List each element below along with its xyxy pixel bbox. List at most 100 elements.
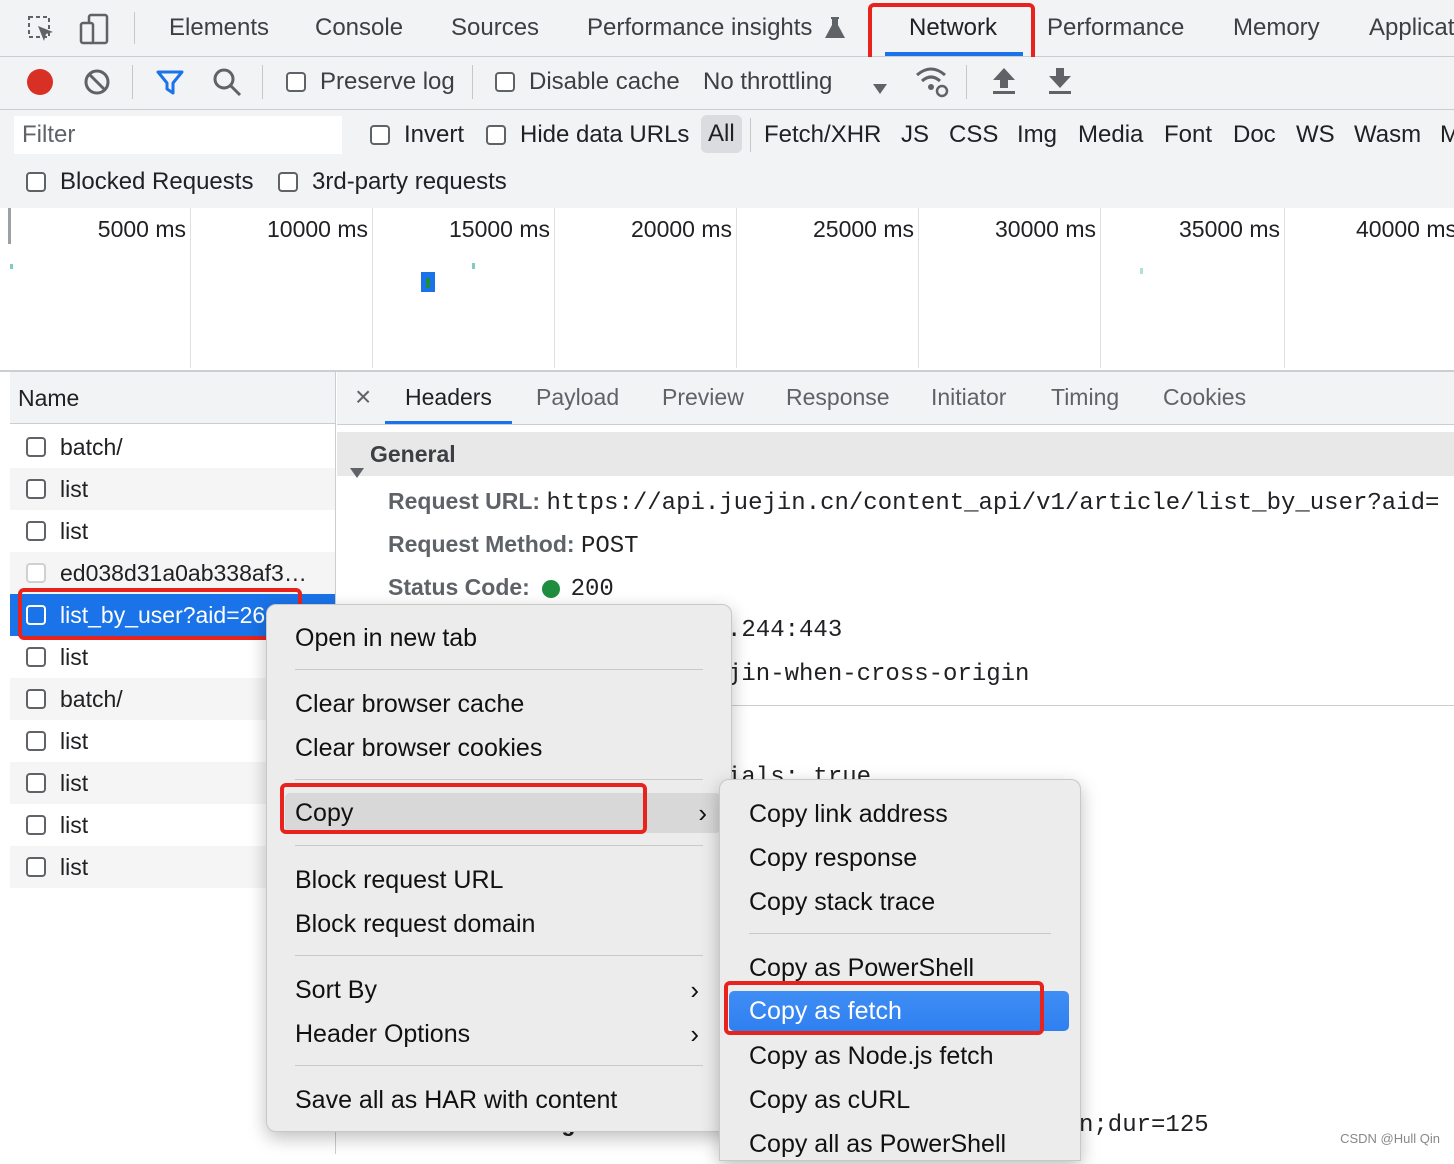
menu-item-block-domain[interactable]: Block request domain xyxy=(285,904,713,944)
menu-item-copy-stack-trace[interactable]: Copy stack trace xyxy=(739,882,1069,922)
type-filter-media[interactable]: Media xyxy=(1078,121,1143,149)
type-filter-font[interactable]: Font xyxy=(1164,121,1212,149)
menu-item-clear-cache[interactable]: Clear browser cache xyxy=(285,684,713,724)
menu-item-copy-as-curl[interactable]: Copy as cURL xyxy=(739,1080,1069,1120)
menu-item-copy-response[interactable]: Copy response xyxy=(739,838,1069,878)
tab-initiator[interactable]: Initiator xyxy=(931,372,1006,424)
preserve-log-checkbox[interactable] xyxy=(286,72,306,92)
tab-cookies[interactable]: Cookies xyxy=(1163,372,1246,424)
type-filter-js[interactable]: JS xyxy=(901,121,929,149)
export-har-icon[interactable] xyxy=(1047,66,1073,96)
record-icon[interactable] xyxy=(25,67,55,97)
menu-item-copy-all-as-powershell[interactable]: Copy all as PowerShell xyxy=(739,1124,1069,1164)
name-column-header[interactable]: Name xyxy=(10,372,335,424)
preserve-log-label: Preserve log xyxy=(320,68,455,95)
menu-item-copy-link-address[interactable]: Copy link address xyxy=(739,794,1069,834)
type-filter-manifest[interactable]: M xyxy=(1440,121,1454,149)
third-party-checkbox[interactable] xyxy=(278,172,298,192)
type-filter-css[interactable]: CSS xyxy=(949,121,998,149)
row-checkbox[interactable] xyxy=(26,857,46,877)
type-filter-fetch-xhr[interactable]: Fetch/XHR xyxy=(764,121,881,149)
clear-icon[interactable] xyxy=(83,68,111,96)
menu-item-clear-cookies[interactable]: Clear browser cookies xyxy=(285,728,713,768)
menu-item-copy-as-fetch[interactable]: Copy as fetch xyxy=(729,991,1069,1031)
table-row[interactable]: ed038d31a0ab338af3… xyxy=(10,552,335,594)
menu-item-save-har[interactable]: Save all as HAR with content xyxy=(285,1080,713,1120)
menu-divider xyxy=(295,779,703,780)
tab-response[interactable]: Response xyxy=(786,372,890,424)
filter-input[interactable] xyxy=(14,116,342,154)
row-checkbox[interactable] xyxy=(26,773,46,793)
request-name: list xyxy=(60,854,89,880)
request-name: list xyxy=(60,812,89,838)
tab-sources[interactable]: Sources xyxy=(451,0,539,56)
type-filter-doc[interactable]: Doc xyxy=(1233,121,1276,149)
general-title: General xyxy=(370,441,456,467)
menu-item-copy-as-powershell[interactable]: Copy as PowerShell xyxy=(739,948,1069,988)
tab-performance[interactable]: Performance xyxy=(1047,0,1184,56)
row-checkbox[interactable] xyxy=(26,437,46,457)
disable-cache-checkbox[interactable] xyxy=(495,72,515,92)
menu-item-block-url[interactable]: Block request URL xyxy=(285,860,713,900)
row-checkbox[interactable] xyxy=(26,647,46,667)
inspect-element-icon[interactable] xyxy=(26,14,56,44)
menu-item-copy-as-node-fetch[interactable]: Copy as Node.js fetch xyxy=(739,1036,1069,1076)
table-row[interactable]: batch/ xyxy=(10,426,335,468)
request-name: list_by_user?aid=26 xyxy=(60,602,266,628)
grid-line xyxy=(918,208,919,368)
network-conditions-icon[interactable] xyxy=(914,65,950,99)
row-checkbox[interactable] xyxy=(26,731,46,751)
tab-console[interactable]: Console xyxy=(315,0,403,56)
tab-timing[interactable]: Timing xyxy=(1051,372,1119,424)
type-filter-img[interactable]: Img xyxy=(1017,121,1057,149)
divider xyxy=(262,65,263,99)
row-checkbox[interactable] xyxy=(26,605,46,625)
third-party-label: 3rd-party requests xyxy=(312,168,507,195)
throttling-select[interactable]: No throttling xyxy=(703,68,832,96)
request-bar xyxy=(426,278,430,288)
tab-headers[interactable]: Headers xyxy=(385,372,512,424)
tab-payload[interactable]: Payload xyxy=(536,372,619,424)
tab-preview[interactable]: Preview xyxy=(662,372,744,424)
request-method-label: Request Method: xyxy=(388,531,575,557)
network-overview[interactable]: 5000 ms 10000 ms 15000 ms 20000 ms 25000… xyxy=(0,208,1454,372)
row-checkbox[interactable] xyxy=(26,563,46,583)
tab-network[interactable]: Network xyxy=(909,0,997,56)
request-method-row: Request Method: POST xyxy=(388,531,639,560)
tab-elements[interactable]: Elements xyxy=(169,0,269,56)
blocked-requests-checkbox[interactable] xyxy=(26,172,46,192)
tick-label: 20000 ms xyxy=(630,216,732,242)
general-section-header[interactable]: General xyxy=(337,432,1454,478)
chevron-right-icon: › xyxy=(690,1019,699,1049)
type-filter-ws[interactable]: WS xyxy=(1296,121,1335,149)
type-filter-wasm[interactable]: Wasm xyxy=(1354,121,1421,149)
overview-left-handle[interactable] xyxy=(8,208,11,244)
request-name: list xyxy=(60,518,89,544)
tab-application[interactable]: Applicat xyxy=(1369,0,1454,56)
menu-item-copy[interactable]: Copy › xyxy=(285,793,721,833)
type-filter-all[interactable]: All xyxy=(701,115,742,153)
menu-item-header-options[interactable]: Header Options › xyxy=(285,1014,713,1054)
row-checkbox[interactable] xyxy=(26,815,46,835)
menu-item-open-in-new-tab[interactable]: Open in new tab xyxy=(285,618,713,658)
watermark: CSDN @Hull Qin xyxy=(1340,1131,1440,1146)
filter-icon[interactable] xyxy=(155,67,185,97)
invert-checkbox[interactable] xyxy=(370,125,390,145)
tick-label: 10000 ms xyxy=(266,216,368,242)
tab-performance-insights[interactable]: Performance insights xyxy=(587,0,812,56)
device-toolbar-icon[interactable] xyxy=(78,12,112,46)
search-icon[interactable] xyxy=(212,67,242,97)
chevron-down-icon[interactable] xyxy=(872,75,888,94)
row-checkbox[interactable] xyxy=(26,521,46,541)
divider xyxy=(472,65,473,99)
close-icon[interactable]: × xyxy=(355,372,371,424)
request-url-row: Request URL: https://api.juejin.cn/conte… xyxy=(388,488,1439,517)
import-har-icon[interactable] xyxy=(991,66,1017,96)
row-checkbox[interactable] xyxy=(26,689,46,709)
table-row[interactable]: list xyxy=(10,510,335,552)
hide-data-urls-checkbox[interactable] xyxy=(486,125,506,145)
row-checkbox[interactable] xyxy=(26,479,46,499)
tab-memory[interactable]: Memory xyxy=(1233,0,1320,56)
menu-item-sort-by[interactable]: Sort By › xyxy=(285,970,713,1010)
table-row[interactable]: list xyxy=(10,468,335,510)
